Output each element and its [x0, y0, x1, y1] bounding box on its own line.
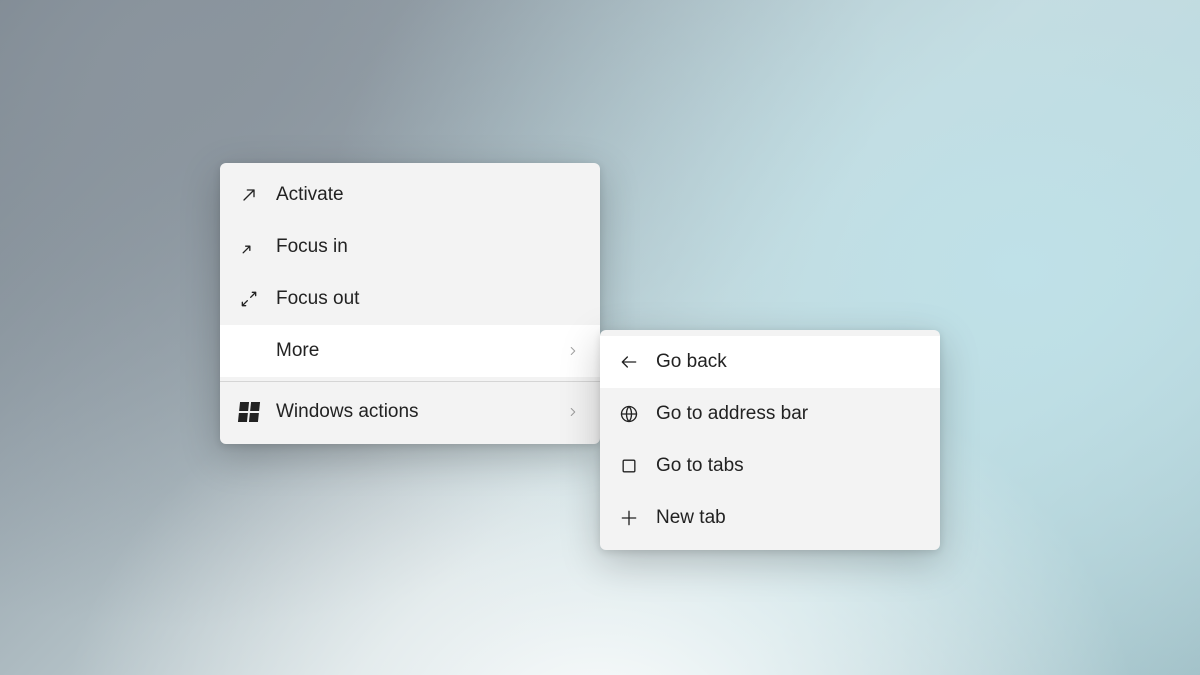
focus-out-icon — [238, 288, 260, 310]
focus-in-icon — [238, 236, 260, 258]
context-menu: Activate Focus in Focus out More Windows… — [220, 163, 600, 444]
plus-icon — [618, 507, 640, 529]
menu-item-label: Activate — [276, 184, 582, 206]
arrow-up-right-icon — [238, 184, 260, 206]
globe-icon — [618, 403, 640, 425]
blank-icon — [238, 340, 260, 362]
menu-item-focus-out[interactable]: Focus out — [220, 273, 600, 325]
chevron-right-icon — [564, 342, 582, 360]
menu-item-focus-in[interactable]: Focus in — [220, 221, 600, 273]
menu-item-label: More — [276, 340, 548, 362]
menu-item-label: Go back — [656, 351, 922, 373]
menu-item-windows-actions[interactable]: Windows actions — [220, 386, 600, 438]
menu-item-label: Focus in — [276, 236, 582, 258]
menu-item-label: Windows actions — [276, 401, 548, 423]
menu-separator — [220, 381, 600, 382]
arrow-left-icon — [618, 351, 640, 373]
context-submenu-more: Go back Go to address bar Go to tabs New… — [600, 330, 940, 550]
submenu-item-go-back[interactable]: Go back — [600, 336, 940, 388]
chevron-right-icon — [564, 403, 582, 421]
submenu-item-go-address-bar[interactable]: Go to address bar — [600, 388, 940, 440]
menu-item-label: Focus out — [276, 288, 582, 310]
menu-item-label: Go to address bar — [656, 403, 922, 425]
submenu-item-go-tabs[interactable]: Go to tabs — [600, 440, 940, 492]
menu-item-label: New tab — [656, 507, 922, 529]
tab-icon — [618, 455, 640, 477]
windows-logo-icon — [238, 401, 260, 423]
submenu-item-new-tab[interactable]: New tab — [600, 492, 940, 544]
menu-item-more[interactable]: More — [220, 325, 600, 377]
menu-item-activate[interactable]: Activate — [220, 169, 600, 221]
menu-item-label: Go to tabs — [656, 455, 922, 477]
